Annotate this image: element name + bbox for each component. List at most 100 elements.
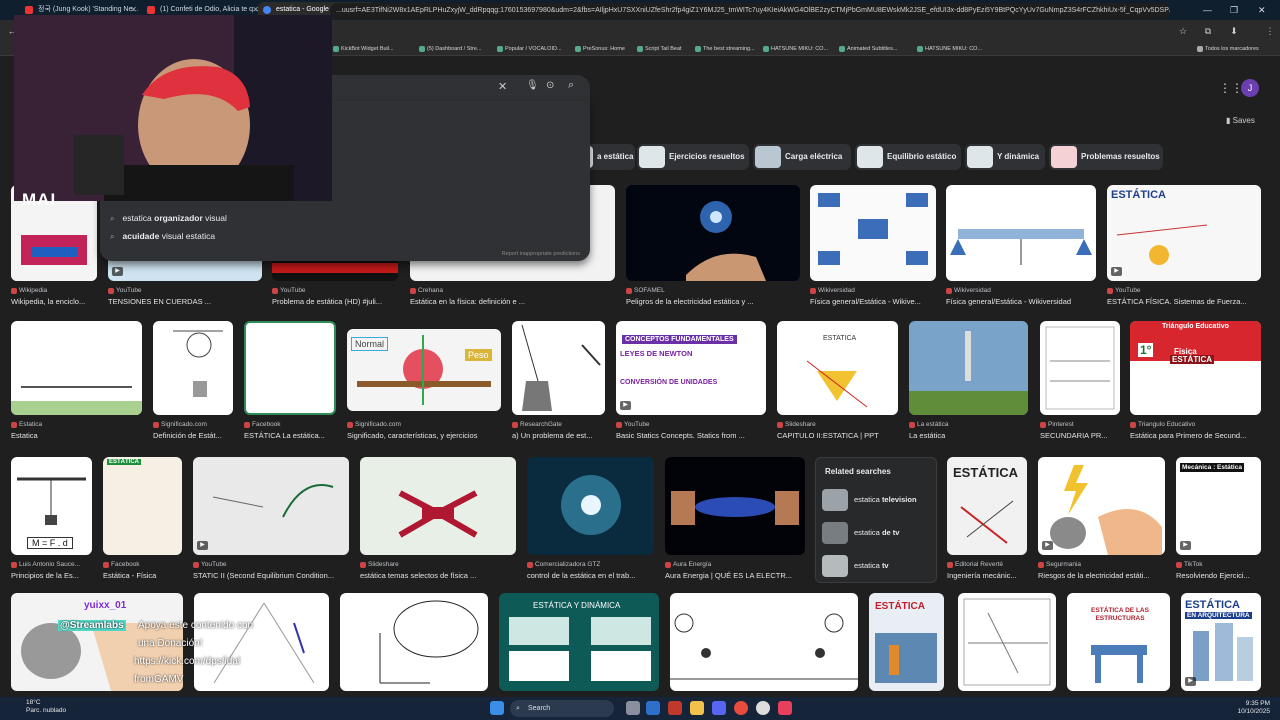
result-image xyxy=(1038,457,1165,555)
clear-icon[interactable]: ✕ xyxy=(498,80,507,93)
apps-grid-icon[interactable]: ⋮⋮ xyxy=(1219,81,1243,95)
file-explorer-icon[interactable] xyxy=(690,701,704,715)
chip-thumbnail xyxy=(755,146,781,168)
maximize-icon[interactable]: ❐ xyxy=(1230,2,1238,18)
chip-dinamica[interactable]: Y dinámica xyxy=(965,144,1045,170)
play-icon: ▶ xyxy=(1042,541,1053,550)
weather-widget[interactable]: 18°C Parc. nublado xyxy=(26,699,66,715)
bookmark-miku-1[interactable]: HATSUNE MIKU: CO... xyxy=(762,42,828,56)
result-image: ESTÁTICA xyxy=(103,457,182,555)
taskbar-search[interactable]: ⌕ Search xyxy=(510,700,614,717)
account-avatar[interactable]: J xyxy=(1241,79,1259,97)
chip-carga[interactable]: Carga eléctrica xyxy=(753,144,851,170)
bookmark-miku-2[interactable]: HATSUNE MIKU: CO... xyxy=(916,42,982,56)
chip-thumbnail xyxy=(1051,146,1077,168)
result-image xyxy=(626,185,800,281)
chip-thumbnail xyxy=(639,146,665,168)
chip-thumbnail xyxy=(857,146,883,168)
chip-thumbnail xyxy=(967,146,993,168)
related-item[interactable]: estatica tv xyxy=(822,553,934,579)
suggestion-item[interactable]: ⌕ estatica organizador visual xyxy=(110,213,227,224)
related-thumbnail xyxy=(822,489,848,511)
result-image: Normal Peso xyxy=(347,329,501,411)
bookmark-streaming[interactable]: The best streaming... xyxy=(694,42,755,56)
result-image: ESTÁTICA xyxy=(869,593,944,691)
play-icon: ▶ xyxy=(1185,677,1196,686)
result-image: ESTÁTICA Y DINÁMICA xyxy=(499,593,659,691)
webcam-label: MAI xyxy=(22,190,57,209)
result-image xyxy=(665,457,805,555)
clock[interactable]: 9:35 PM 10/10/2025 xyxy=(1237,700,1270,716)
menu-icon[interactable]: ⋮ xyxy=(1262,20,1278,42)
result-image xyxy=(958,593,1056,691)
bookmark-kickbot[interactable]: KickBot Widget Buil... xyxy=(332,42,394,56)
saves-link[interactable]: ▮ Saves xyxy=(1226,116,1255,125)
webcam-overlay xyxy=(14,15,332,201)
result-image xyxy=(527,457,654,555)
bookmark-dashboard[interactable]: (5) Dashboard / Stre... xyxy=(418,42,481,56)
bookmark-icon xyxy=(763,46,769,52)
extensions-icon[interactable]: ⧉ xyxy=(1200,20,1216,42)
chip-ejercicios[interactable]: Ejercicios resueltos xyxy=(637,144,749,170)
suggestion-item[interactable]: ⌕ acuidade visual estatica xyxy=(110,231,215,242)
play-icon: ▶ xyxy=(197,541,208,550)
search-icon: ⌕ xyxy=(110,214,115,223)
discord-icon[interactable] xyxy=(712,701,726,715)
chip-equilibrio[interactable]: Equilibrio estático xyxy=(855,144,961,170)
windows-start-icon[interactable] xyxy=(490,701,504,715)
search-icon: ⌕ xyxy=(110,232,115,241)
related-item[interactable]: estatica de tv xyxy=(822,520,934,546)
chip-problemas[interactable]: Problemas resueltos xyxy=(1049,144,1163,170)
bookmark-icon xyxy=(839,46,845,52)
result-image: ESTÁTICA xyxy=(947,457,1027,555)
result-image xyxy=(153,321,233,415)
all-bookmarks[interactable]: Todos los marcadores xyxy=(1196,42,1259,56)
outlook-icon[interactable] xyxy=(646,701,660,715)
microphone-icon[interactable]: 🎙 xyxy=(526,80,539,91)
close-window-icon[interactable]: ✕ xyxy=(1258,2,1266,18)
related-item[interactable]: estatica television xyxy=(822,487,934,513)
related-searches-panel: Related searches estatica television est… xyxy=(815,457,937,583)
bookmark-icon xyxy=(637,46,643,52)
address-bar[interactable]: ...uusrf=AE3TifNi2W8x1AEpRLPHuZxyjW_ddRp… xyxy=(330,3,1170,19)
result-image xyxy=(360,457,516,555)
task-view-icon[interactable] xyxy=(626,701,640,715)
result-image: ESTATICA xyxy=(777,321,898,415)
result-image xyxy=(810,185,936,281)
play-icon: ▶ xyxy=(112,267,123,276)
bookmark-presonus[interactable]: PreSonus: Home xyxy=(574,42,625,56)
lens-icon[interactable]: ⊙ xyxy=(546,80,554,91)
result-image xyxy=(670,593,858,691)
minimize-icon[interactable]: — xyxy=(1203,2,1212,18)
chatgpt-icon[interactable] xyxy=(756,701,770,715)
search-icon[interactable]: ⌕ xyxy=(568,79,574,92)
result-image xyxy=(340,593,488,691)
youtube-icon xyxy=(147,6,155,14)
result-image xyxy=(909,321,1028,415)
app-icon[interactable] xyxy=(668,701,682,715)
downloads-icon[interactable]: ⬇ xyxy=(1226,20,1242,42)
bookmark-subtitles[interactable]: Animated Subtitles... xyxy=(838,42,897,56)
play-icon: ▶ xyxy=(1180,541,1191,550)
bookmark-icon xyxy=(575,46,581,52)
related-thumbnail xyxy=(822,522,848,544)
result-image: CONCEPTOS FUNDAMENTALES LEYES DE NEWTON … xyxy=(616,321,766,415)
bookmark-script[interactable]: Script Tail Beat xyxy=(636,42,682,56)
play-icon: ▶ xyxy=(620,401,631,410)
result-image: Triángulo Educativo 1° Física ESTÁTICA xyxy=(1130,321,1261,415)
result-image: ESTÁTICA xyxy=(1107,185,1261,281)
folder-icon xyxy=(1197,46,1203,52)
youtube-icon xyxy=(25,6,33,14)
bookmark-vocaloid[interactable]: Popular / VOCALOID... xyxy=(496,42,562,56)
bookmark-icon xyxy=(497,46,503,52)
chrome-icon[interactable] xyxy=(734,701,748,715)
music-app-icon[interactable] xyxy=(778,701,792,715)
result-image: M = F . d xyxy=(11,457,92,555)
search-input[interactable]: ✕ 🎙 ⊙ ⌕ xyxy=(300,75,590,101)
search-icon: ⌕ xyxy=(516,705,520,712)
related-thumbnail xyxy=(822,555,848,577)
report-predictions-link[interactable]: Report inappropriate predictions xyxy=(502,251,580,257)
bookmark-icon xyxy=(917,46,923,52)
star-icon[interactable]: ☆ xyxy=(1175,20,1191,42)
donation-overlay: yuixx_01 @Streamlabs Apoya este contenid… xyxy=(58,600,254,685)
